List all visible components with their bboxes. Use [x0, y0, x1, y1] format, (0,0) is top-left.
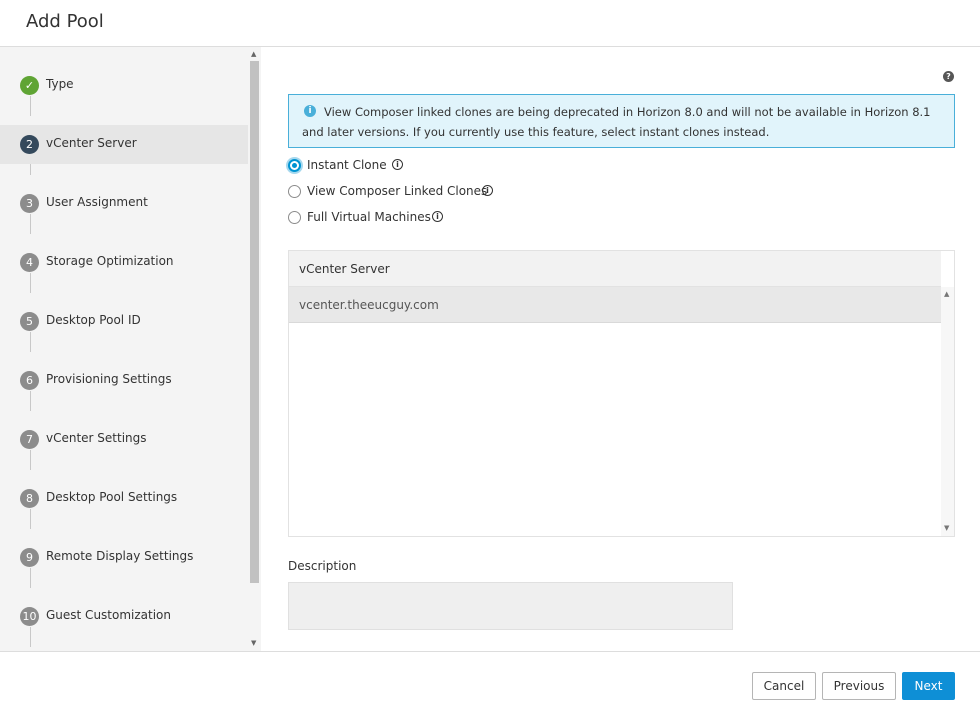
- wizard-steps-sidebar: ✓ Type 2 vCenter Server 3 User Assignmen…: [0, 47, 261, 651]
- help-icon[interactable]: ?: [943, 71, 954, 82]
- step-number: 2: [20, 135, 39, 154]
- column-header-vcenter-server: vCenter Server: [299, 262, 390, 276]
- scrollbar-thumb[interactable]: [250, 61, 259, 583]
- step-label: Type: [46, 77, 74, 91]
- deprecation-info-banner: i View Composer linked clones are being …: [288, 94, 955, 148]
- step-label: Provisioning Settings: [46, 372, 172, 386]
- step-label: vCenter Settings: [46, 431, 147, 445]
- description-input[interactable]: [288, 582, 733, 630]
- step-number: 5: [20, 312, 39, 331]
- next-button[interactable]: Next: [902, 672, 955, 700]
- scroll-up-icon[interactable]: ▲: [251, 50, 256, 58]
- step-label: Desktop Pool ID: [46, 313, 141, 327]
- step-user-assignment[interactable]: 3 User Assignment: [0, 184, 248, 223]
- step-number: 3: [20, 194, 39, 213]
- radio-label: Full Virtual Machines: [307, 210, 431, 224]
- step-label: Storage Optimization: [46, 254, 174, 268]
- scroll-down-icon[interactable]: ▼: [251, 639, 256, 647]
- radio-button[interactable]: [288, 211, 301, 224]
- step-guest-customization[interactable]: 10 Guest Customization: [0, 597, 248, 636]
- step-provisioning-settings[interactable]: 6 Provisioning Settings: [0, 361, 248, 400]
- step-label: Remote Display Settings: [46, 549, 194, 563]
- radio-label: Instant Clone: [307, 158, 387, 172]
- grid-cell: vcenter.theeucguy.com: [299, 298, 439, 312]
- description-label: Description: [288, 559, 357, 573]
- step-vcenter-server[interactable]: 2 vCenter Server: [0, 125, 248, 164]
- radio-linked-clones[interactable]: View Composer Linked Clones i: [288, 183, 498, 201]
- radio-button[interactable]: [288, 185, 301, 198]
- radio-full-virtual-machines[interactable]: Full Virtual Machines i: [288, 209, 448, 227]
- banner-text: View Composer linked clones are being de…: [302, 105, 931, 139]
- step-label: Guest Customization: [46, 608, 172, 622]
- info-icon[interactable]: i: [432, 211, 443, 222]
- dialog-title: Add Pool: [26, 11, 104, 32]
- step-desktop-pool-settings[interactable]: 8 Desktop Pool Settings: [0, 479, 248, 518]
- grid-scrollbar[interactable]: ▲ ▼: [941, 287, 954, 536]
- step-vcenter-settings[interactable]: 7 vCenter Settings: [0, 420, 248, 459]
- step-number: 6: [20, 371, 39, 390]
- step-number: 10: [20, 607, 39, 626]
- step-number: 8: [20, 489, 39, 508]
- radio-instant-clone[interactable]: Instant Clone i: [288, 157, 418, 175]
- step-storage-optimization[interactable]: 4 Storage Optimization: [0, 243, 248, 282]
- info-icon[interactable]: i: [482, 185, 493, 196]
- scroll-up-icon[interactable]: ▲: [944, 290, 949, 298]
- sidebar-scrollbar[interactable]: ▲ ▼: [248, 47, 261, 651]
- step-label: User Assignment: [46, 195, 148, 209]
- previous-button[interactable]: Previous: [822, 672, 896, 700]
- step-number: 9: [20, 548, 39, 567]
- step-label: Desktop Pool Settings: [46, 490, 178, 504]
- radio-label: View Composer Linked Clones: [307, 184, 488, 198]
- scroll-down-icon[interactable]: ▼: [944, 524, 949, 532]
- check-icon: ✓: [20, 76, 39, 95]
- step-desktop-pool-id[interactable]: 5 Desktop Pool ID: [0, 302, 248, 341]
- step-number: 7: [20, 430, 39, 449]
- table-row[interactable]: vcenter.theeucguy.com: [289, 287, 941, 323]
- cancel-button[interactable]: Cancel: [752, 672, 816, 700]
- step-number: 4: [20, 253, 39, 272]
- info-icon[interactable]: i: [392, 159, 403, 170]
- step-label: vCenter Server: [46, 136, 137, 150]
- grid-header[interactable]: vCenter Server: [289, 251, 941, 287]
- dialog-header: Add Pool: [0, 0, 980, 47]
- step-remote-display-settings[interactable]: 9 Remote Display Settings: [0, 538, 248, 577]
- vcenter-server-grid: vCenter Server vcenter.theeucguy.com ▲ ▼: [288, 250, 955, 537]
- dialog-footer: Cancel Previous Next: [0, 651, 980, 718]
- step-type[interactable]: ✓ Type: [0, 66, 248, 105]
- radio-button[interactable]: [288, 159, 301, 172]
